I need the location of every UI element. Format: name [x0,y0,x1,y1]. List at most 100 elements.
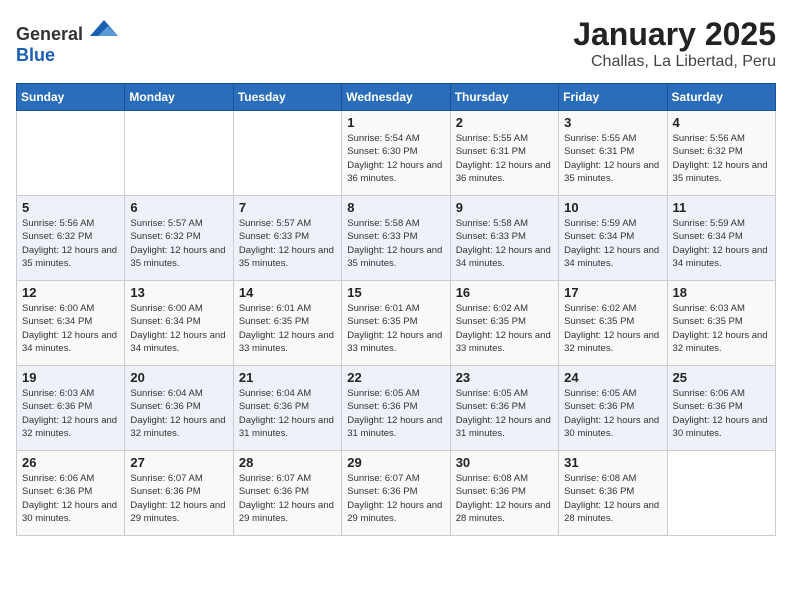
day-cell: 3 Sunrise: 5:55 AM Sunset: 6:31 PM Daylig… [559,111,667,196]
day-cell [17,111,125,196]
day-number: 4 [673,115,770,130]
week-row-4: 19 Sunrise: 6:03 AM Sunset: 6:36 PM Dayli… [17,366,776,451]
day-number: 22 [347,370,444,385]
location-title: Challas, La Libertad, Peru [573,53,776,71]
day-cell: 25 Sunrise: 6:06 AM Sunset: 6:36 PM Dayli… [667,366,775,451]
weekday-header-tuesday: Tuesday [233,84,341,111]
day-cell [667,451,775,536]
day-info: Sunrise: 5:56 AM Sunset: 6:32 PM Dayligh… [22,217,119,270]
weekday-header-saturday: Saturday [667,84,775,111]
day-cell: 23 Sunrise: 6:05 AM Sunset: 6:36 PM Dayli… [450,366,558,451]
day-info: Sunrise: 5:58 AM Sunset: 6:33 PM Dayligh… [456,217,553,270]
day-number: 7 [239,200,336,215]
day-cell: 11 Sunrise: 5:59 AM Sunset: 6:34 PM Dayli… [667,196,775,281]
logo: General Blue [16,16,118,66]
week-row-2: 5 Sunrise: 5:56 AM Sunset: 6:32 PM Daylig… [17,196,776,281]
day-number: 11 [673,200,770,215]
day-info: Sunrise: 5:55 AM Sunset: 6:31 PM Dayligh… [456,132,553,185]
weekday-header-friday: Friday [559,84,667,111]
day-number: 23 [456,370,553,385]
day-number: 26 [22,455,119,470]
day-info: Sunrise: 5:59 AM Sunset: 6:34 PM Dayligh… [673,217,770,270]
day-cell: 6Sunrise: 5:57 AM Sunset: 6:32 PM Daylig… [125,196,233,281]
weekday-header-thursday: Thursday [450,84,558,111]
day-cell [125,111,233,196]
week-row-1: 1 Sunrise: 5:54 AM Sunset: 6:30 PM Daylig… [17,111,776,196]
day-number: 20 [130,370,227,385]
day-cell: 24 Sunrise: 6:05 AM Sunset: 6:36 PM Dayli… [559,366,667,451]
week-row-3: 12 Sunrise: 6:00 AM Sunset: 6:34 PM Dayli… [17,281,776,366]
day-info: Sunrise: 6:02 AM Sunset: 6:35 PM Dayligh… [456,302,553,355]
day-info: Sunrise: 6:01 AM Sunset: 6:35 PM Dayligh… [239,302,336,355]
day-number: 27 [130,455,227,470]
day-number: 14 [239,285,336,300]
day-cell: 1 Sunrise: 5:54 AM Sunset: 6:30 PM Daylig… [342,111,450,196]
day-info: Sunrise: 6:07 AM Sunset: 6:36 PM Dayligh… [239,472,336,525]
day-info: Sunrise: 6:05 AM Sunset: 6:36 PM Dayligh… [347,387,444,440]
day-info: Sunrise: 6:04 AM Sunset: 6:36 PM Dayligh… [130,387,227,440]
day-cell: 28 Sunrise: 6:07 AM Sunset: 6:36 PM Dayli… [233,451,341,536]
day-info: Sunrise: 6:03 AM Sunset: 6:35 PM Dayligh… [673,302,770,355]
day-cell: 20 Sunrise: 6:04 AM Sunset: 6:36 PM Dayli… [125,366,233,451]
day-number: 24 [564,370,661,385]
weekday-header-monday: Monday [125,84,233,111]
logo-general: General [16,24,83,44]
week-row-5: 26Sunrise: 6:06 AM Sunset: 6:36 PM Dayli… [17,451,776,536]
day-cell: 31Sunrise: 6:08 AM Sunset: 6:36 PM Dayli… [559,451,667,536]
day-number: 3 [564,115,661,130]
weekday-header-sunday: Sunday [17,84,125,111]
title-section: January 2025 Challas, La Libertad, Peru [573,16,776,71]
day-info: Sunrise: 6:05 AM Sunset: 6:36 PM Dayligh… [564,387,661,440]
day-info: Sunrise: 5:56 AM Sunset: 6:32 PM Dayligh… [673,132,770,185]
day-number: 16 [456,285,553,300]
day-info: Sunrise: 6:05 AM Sunset: 6:36 PM Dayligh… [456,387,553,440]
day-info: Sunrise: 5:57 AM Sunset: 6:33 PM Dayligh… [239,217,336,270]
day-info: Sunrise: 6:07 AM Sunset: 6:36 PM Dayligh… [347,472,444,525]
day-cell: 2 Sunrise: 5:55 AM Sunset: 6:31 PM Daylig… [450,111,558,196]
day-info: Sunrise: 5:55 AM Sunset: 6:31 PM Dayligh… [564,132,661,185]
day-info: Sunrise: 6:06 AM Sunset: 6:36 PM Dayligh… [673,387,770,440]
day-info: Sunrise: 5:54 AM Sunset: 6:30 PM Dayligh… [347,132,444,185]
weekday-header-row: SundayMondayTuesdayWednesdayThursdayFrid… [17,84,776,111]
day-cell: 17Sunrise: 6:02 AM Sunset: 6:35 PM Dayli… [559,281,667,366]
day-info: Sunrise: 6:00 AM Sunset: 6:34 PM Dayligh… [130,302,227,355]
page-header: General Blue January 2025 Challas, La Li… [16,16,776,71]
day-cell: 5 Sunrise: 5:56 AM Sunset: 6:32 PM Daylig… [17,196,125,281]
day-cell: 12Sunrise: 6:00 AM Sunset: 6:34 PM Dayli… [17,281,125,366]
day-number: 8 [347,200,444,215]
day-number: 2 [456,115,553,130]
day-number: 5 [22,200,119,215]
day-cell [233,111,341,196]
day-number: 12 [22,285,119,300]
day-cell: 13Sunrise: 6:00 AM Sunset: 6:34 PM Dayli… [125,281,233,366]
day-info: Sunrise: 5:58 AM Sunset: 6:33 PM Dayligh… [347,217,444,270]
day-number: 28 [239,455,336,470]
day-number: 19 [22,370,119,385]
day-info: Sunrise: 6:03 AM Sunset: 6:36 PM Dayligh… [22,387,119,440]
day-cell: 14 Sunrise: 6:01 AM Sunset: 6:35 PM Dayli… [233,281,341,366]
day-cell: 19 Sunrise: 6:03 AM Sunset: 6:36 PM Dayli… [17,366,125,451]
day-info: Sunrise: 6:02 AM Sunset: 6:35 PM Dayligh… [564,302,661,355]
day-info: Sunrise: 6:04 AM Sunset: 6:36 PM Dayligh… [239,387,336,440]
day-number: 6 [130,200,227,215]
day-cell: 8 Sunrise: 5:58 AM Sunset: 6:33 PM Daylig… [342,196,450,281]
day-cell: 21 Sunrise: 6:04 AM Sunset: 6:36 PM Dayli… [233,366,341,451]
logo-text: General Blue [16,16,118,66]
day-cell: 18 Sunrise: 6:03 AM Sunset: 6:35 PM Dayli… [667,281,775,366]
day-cell: 16 Sunrise: 6:02 AM Sunset: 6:35 PM Dayli… [450,281,558,366]
day-info: Sunrise: 5:59 AM Sunset: 6:34 PM Dayligh… [564,217,661,270]
day-cell: 15Sunrise: 6:01 AM Sunset: 6:35 PM Dayli… [342,281,450,366]
month-title: January 2025 [573,16,776,53]
day-number: 21 [239,370,336,385]
day-cell: 22 Sunrise: 6:05 AM Sunset: 6:36 PM Dayli… [342,366,450,451]
day-info: Sunrise: 6:01 AM Sunset: 6:35 PM Dayligh… [347,302,444,355]
day-cell: 27Sunrise: 6:07 AM Sunset: 6:36 PM Dayli… [125,451,233,536]
calendar-table: SundayMondayTuesdayWednesdayThursdayFrid… [16,83,776,536]
weekday-header-wednesday: Wednesday [342,84,450,111]
day-info: Sunrise: 6:08 AM Sunset: 6:36 PM Dayligh… [456,472,553,525]
day-number: 18 [673,285,770,300]
day-number: 1 [347,115,444,130]
day-number: 25 [673,370,770,385]
day-cell: 9 Sunrise: 5:58 AM Sunset: 6:33 PM Daylig… [450,196,558,281]
day-number: 9 [456,200,553,215]
